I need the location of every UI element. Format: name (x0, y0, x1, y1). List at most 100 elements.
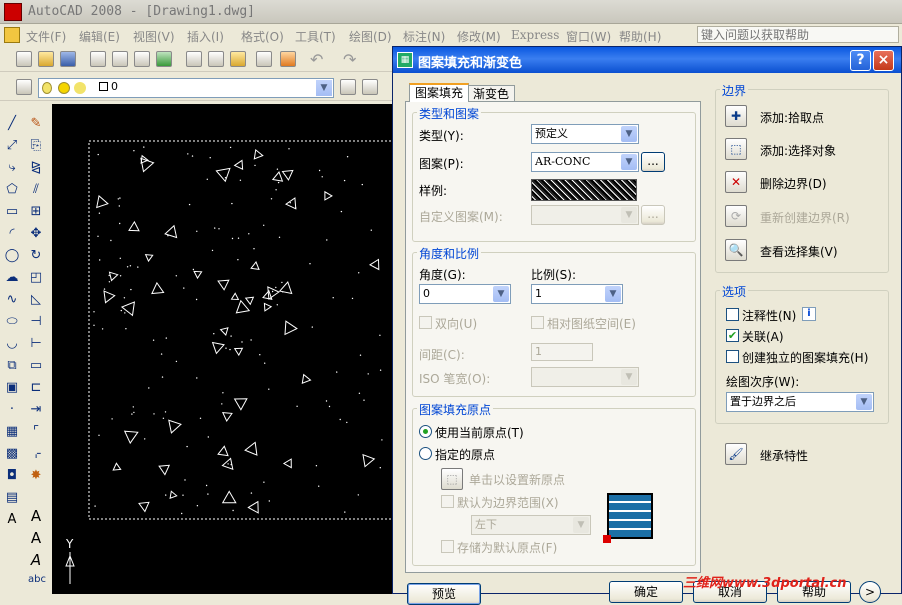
save-icon[interactable] (60, 51, 76, 67)
mirror-icon[interactable]: ⧎ (28, 160, 44, 176)
store-default-checkbox[interactable] (441, 540, 454, 553)
circle-icon[interactable]: ◯ (4, 248, 20, 264)
independent-hatch-checkbox[interactable] (726, 350, 739, 363)
polygon-icon[interactable]: ⬠ (4, 182, 20, 198)
layer-manager-icon[interactable] (16, 79, 32, 95)
block-editor-icon[interactable] (280, 51, 296, 67)
custom-browse-button[interactable]: ... (641, 205, 665, 225)
preview-button[interactable]: 预览 (407, 583, 481, 605)
stretch-icon[interactable]: ◺ (28, 292, 44, 308)
trim-icon[interactable]: ⊣ (28, 314, 44, 330)
annotative-checkbox[interactable] (726, 308, 739, 321)
paste-icon[interactable] (230, 51, 246, 67)
info-icon[interactable]: i (802, 307, 816, 321)
print-preview-icon[interactable] (112, 51, 128, 67)
default-extent-checkbox[interactable] (441, 495, 454, 508)
fillet-icon[interactable]: ⌌ (28, 446, 44, 462)
iso-pen-width-dropdown[interactable]: ▼ (531, 367, 639, 387)
remove-boundaries-label[interactable]: 删除边界(D) (760, 175, 827, 192)
layer-dropdown[interactable]: 0 ▼ (38, 78, 334, 98)
publish-icon[interactable] (134, 51, 150, 67)
help-caption-button[interactable]: ? (850, 50, 871, 71)
menu-modify[interactable]: 修改(M) (457, 28, 501, 45)
ellipse-icon[interactable]: ⬭ (4, 314, 20, 330)
associative-checkbox[interactable]: ✔ (726, 329, 739, 342)
add-pick-points-label[interactable]: 添加:拾取点 (760, 109, 824, 126)
line-icon[interactable]: ╱ (4, 116, 20, 132)
angle-dropdown[interactable]: 0 ▼ (419, 284, 511, 304)
explode-icon[interactable]: ✸ (28, 468, 44, 484)
insert-block-icon[interactable]: ⧉ (4, 358, 20, 374)
polyline-icon[interactable]: ⤷ (4, 160, 20, 176)
pattern-dropdown[interactable]: AR-CONC ▼ (531, 152, 639, 172)
specified-origin-radio[interactable] (419, 447, 432, 460)
more-options-button[interactable]: > (859, 581, 881, 603)
move-icon[interactable]: ✥ (28, 226, 44, 242)
copy-object-icon[interactable]: ⎘ (28, 138, 44, 154)
menu-file[interactable]: 文件(F) (26, 28, 66, 45)
construction-line-icon[interactable]: ⤢ (4, 138, 20, 154)
menu-view[interactable]: 视图(V) (133, 28, 175, 45)
close-button[interactable]: × (873, 50, 894, 71)
menu-draw[interactable]: 绘图(D) (349, 28, 392, 45)
rectangle-icon[interactable]: ▭ (4, 204, 20, 220)
click-set-origin-button[interactable]: ⬚ (441, 468, 463, 490)
add-pick-points-icon[interactable]: ✚ (725, 105, 747, 127)
spell-check-icon[interactable]: abc (28, 572, 46, 588)
origin-position-dropdown[interactable]: 左下 ▼ (471, 515, 591, 535)
chamfer-icon[interactable]: ⌜ (28, 424, 44, 440)
add-select-objects-icon[interactable]: ⬚ (725, 138, 747, 160)
text-edit-icon[interactable]: A (28, 552, 44, 568)
match-properties-icon[interactable] (256, 51, 272, 67)
spline-icon[interactable]: ∿ (4, 292, 20, 308)
recreate-boundary-label[interactable]: 重新创建边界(R) (760, 209, 850, 226)
new-icon[interactable] (16, 51, 32, 67)
remove-boundaries-icon[interactable]: ✕ (725, 171, 747, 193)
menu-dimension[interactable]: 标注(N) (403, 28, 445, 45)
text-icon[interactable]: A (28, 508, 44, 524)
rotate-icon[interactable]: ↻ (28, 248, 44, 264)
help-search-input[interactable] (697, 26, 899, 43)
break-at-point-icon[interactable]: ▭ (28, 358, 44, 374)
erase-icon[interactable]: ✎ (28, 116, 44, 132)
scale-icon[interactable]: ◰ (28, 270, 44, 286)
table-icon[interactable]: ▤ (4, 490, 20, 506)
ok-button[interactable]: 确定 (609, 581, 683, 603)
pattern-browse-button[interactable]: ... (641, 152, 665, 172)
menu-tools[interactable]: 工具(T) (295, 28, 336, 45)
join-icon[interactable]: ⇥ (28, 402, 44, 418)
ellipse-arc-icon[interactable]: ◡ (4, 336, 20, 352)
add-select-objects-label[interactable]: 添加:选择对象 (760, 142, 836, 159)
inherit-properties-icon[interactable]: 🖌 (725, 443, 747, 465)
inherit-properties-label[interactable]: 继承特性 (760, 447, 808, 464)
copy-icon[interactable] (208, 51, 224, 67)
document-menu-icon[interactable] (4, 27, 20, 43)
layer-previous-icon[interactable] (362, 79, 378, 95)
cut-icon[interactable] (186, 51, 202, 67)
multiline-text-icon[interactable]: A (4, 512, 20, 528)
array-icon[interactable]: ⊞ (28, 204, 44, 220)
hatch-icon[interactable]: ▦ (4, 424, 20, 440)
open-icon[interactable] (38, 51, 54, 67)
region-icon[interactable]: ◘ (4, 468, 20, 484)
chevron-down-icon[interactable]: ▼ (316, 80, 332, 96)
point-icon[interactable]: · (4, 402, 20, 418)
make-layer-current-icon[interactable] (340, 79, 356, 95)
menu-insert[interactable]: 插入(I) (187, 28, 224, 45)
menu-edit[interactable]: 编辑(E) (79, 28, 120, 45)
type-dropdown[interactable]: 预定义 ▼ (531, 124, 639, 144)
menu-express[interactable]: Express (511, 28, 559, 42)
extend-icon[interactable]: ⊢ (28, 336, 44, 352)
arc-icon[interactable]: ◜ (4, 226, 20, 242)
tab-hatch[interactable]: 图案填充 (409, 83, 470, 102)
3d-dwf-icon[interactable] (156, 51, 172, 67)
print-icon[interactable] (90, 51, 106, 67)
spacing-input[interactable]: 1 (531, 343, 593, 361)
revision-cloud-icon[interactable]: ☁ (4, 270, 20, 286)
break-icon[interactable]: ⊏ (28, 380, 44, 396)
menu-help[interactable]: 帮助(H) (619, 28, 661, 45)
recreate-boundary-icon[interactable]: ⟳ (725, 205, 747, 227)
double-checkbox[interactable] (419, 316, 432, 329)
text-style-icon[interactable]: A (28, 530, 44, 546)
menu-window[interactable]: 窗口(W) (566, 28, 611, 45)
